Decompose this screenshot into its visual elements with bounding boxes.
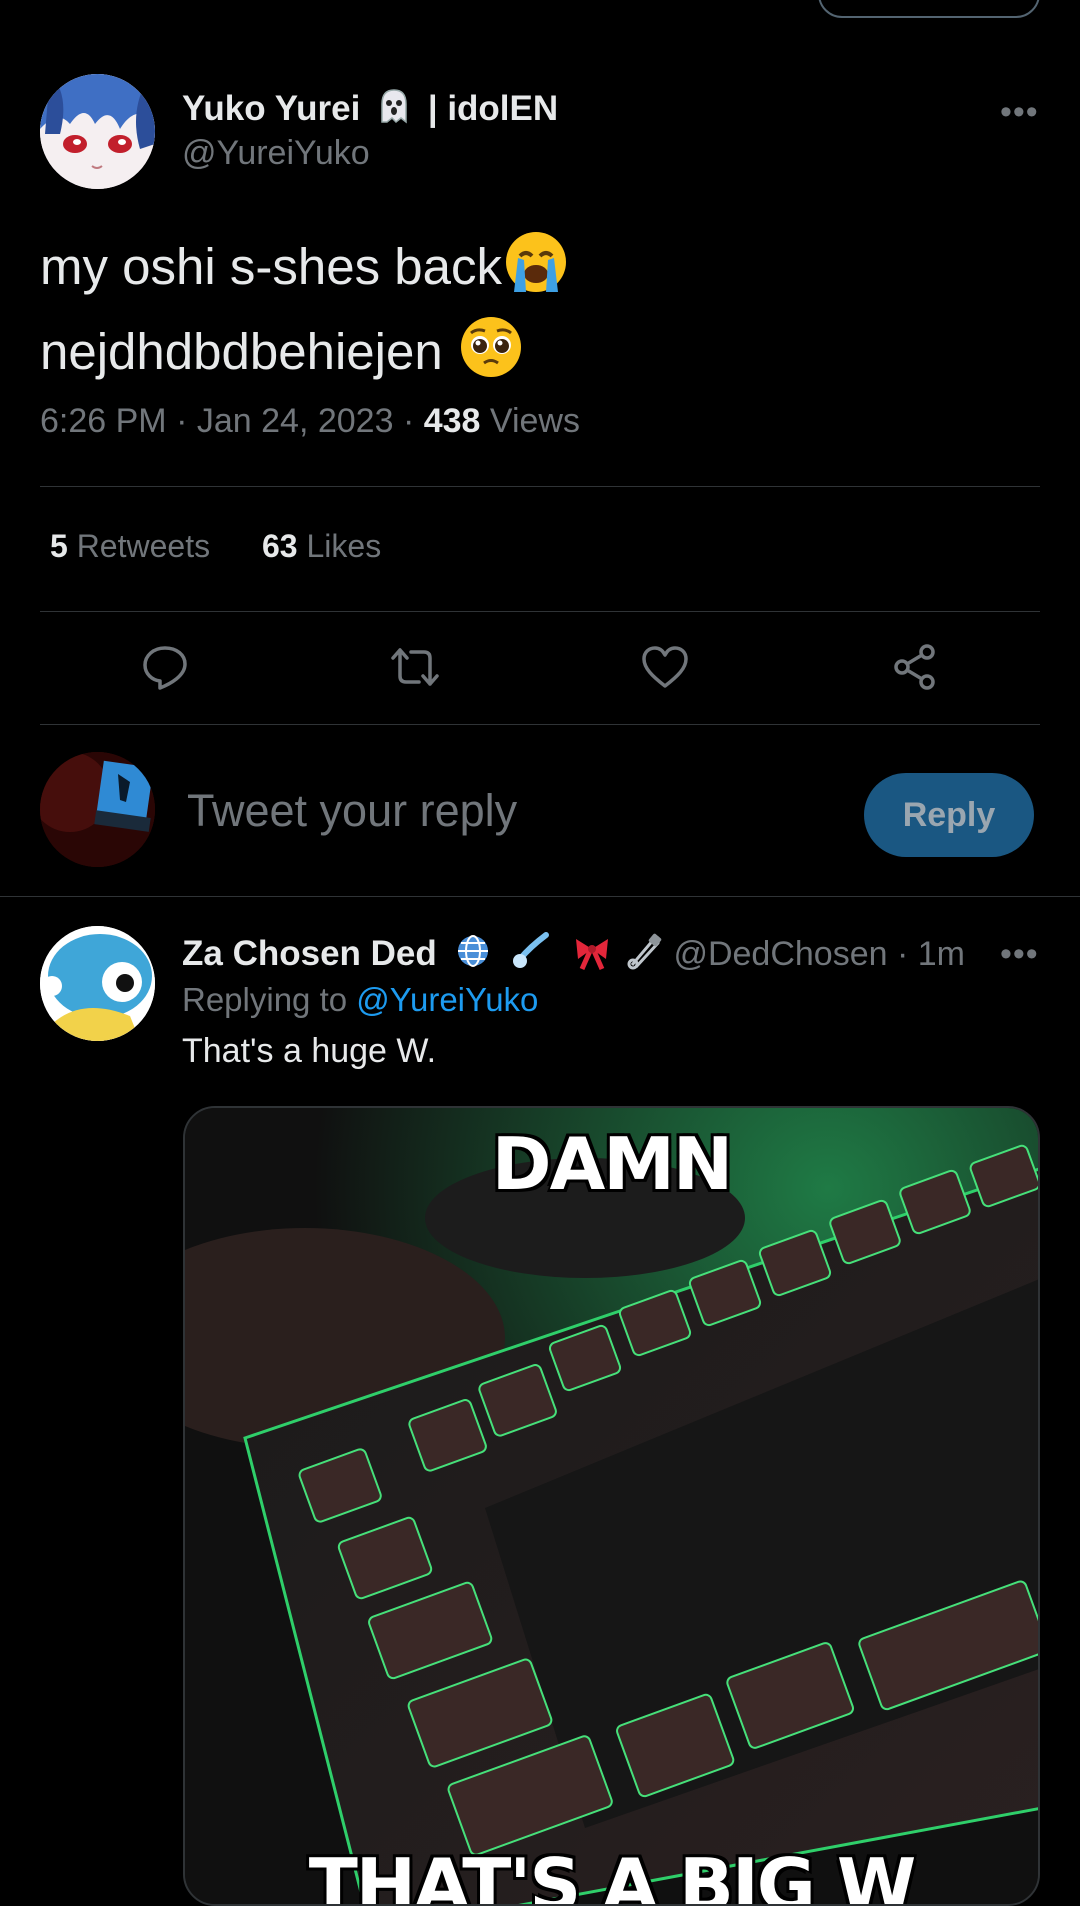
- ghost-icon: [374, 86, 414, 135]
- loudly-crying-face-icon: [502, 228, 570, 313]
- reply-author-handle[interactable]: @DedChosen: [673, 935, 887, 973]
- author-name-row[interactable]: Yuko Yurei | idolEN: [182, 86, 558, 135]
- comet-icon: [510, 931, 550, 980]
- divider: [40, 486, 1040, 487]
- author-handle[interactable]: @YureiYuko: [182, 134, 370, 173]
- meta-separator: ·: [402, 402, 415, 440]
- tweet-text-line1: my oshi s-shes back: [40, 237, 502, 295]
- ribbon-icon: [572, 931, 612, 980]
- views-label: Views: [489, 402, 580, 440]
- divider: [40, 724, 1040, 725]
- tweet-date[interactable]: Jan 24, 2023: [197, 402, 394, 440]
- reply-author-name: Za Chosen Ded: [182, 933, 437, 973]
- reply-text: That's a huge W.: [182, 1032, 437, 1070]
- reply-button[interactable]: Reply: [864, 773, 1034, 857]
- tweet-text-line2: nejdhdbdbehiejen: [40, 322, 443, 380]
- tweet-meta: 6:26 PM · Jan 24, 2023 · 438 Views: [40, 402, 580, 441]
- reply-icon[interactable]: [140, 642, 190, 692]
- divider: [40, 611, 1040, 612]
- replying-to: Replying to @YureiYuko: [182, 981, 538, 1019]
- share-icon[interactable]: [890, 642, 940, 692]
- reply-time[interactable]: 1m: [918, 935, 965, 973]
- replying-prefix: Replying to: [182, 981, 348, 1018]
- like-icon[interactable]: [640, 642, 690, 692]
- reply-author-avatar[interactable]: [40, 926, 155, 1041]
- reply-media-image[interactable]: DAMN THAT'S A BIG W: [183, 1106, 1040, 1906]
- reply-input[interactable]: Tweet your reply: [187, 785, 517, 837]
- tweet-text: my oshi s-shes back nejdhdbdbehiejen: [40, 228, 940, 398]
- tweet-time[interactable]: 6:26 PM: [40, 402, 167, 440]
- pleading-face-icon: [457, 313, 525, 398]
- author-suffix: | idolEN: [427, 88, 559, 128]
- safety-pin-icon: [624, 931, 664, 980]
- retweets-stat[interactable]: 5 Retweets: [50, 528, 210, 565]
- reply-more-options-icon[interactable]: •••: [1000, 937, 1039, 971]
- replying-mention[interactable]: @YureiYuko: [356, 981, 538, 1018]
- meme-top-text: DAMN: [491, 1122, 733, 1206]
- globe-icon: [453, 931, 493, 980]
- my-avatar[interactable]: [40, 752, 155, 867]
- likes-stat[interactable]: 63 Likes: [262, 528, 381, 565]
- reply-author-row[interactable]: Za Chosen Ded @DedChosen · 1m: [182, 931, 965, 980]
- retweets-count: 5: [50, 528, 68, 564]
- retweets-label: Retweets: [76, 528, 211, 564]
- reply-separator: ·: [896, 934, 909, 973]
- meme-bottom-text: THAT'S A BIG W: [308, 1843, 917, 1906]
- likes-count: 63: [262, 528, 298, 564]
- author-avatar[interactable]: [40, 74, 155, 189]
- author-name: Yuko Yurei: [182, 88, 361, 128]
- views-count: 438: [423, 402, 481, 440]
- meta-separator: ·: [176, 402, 188, 440]
- likes-label: Likes: [306, 528, 382, 564]
- retweet-icon[interactable]: [390, 642, 440, 692]
- follow-button[interactable]: [818, 0, 1040, 18]
- divider: [0, 896, 1080, 897]
- more-options-icon[interactable]: •••: [1000, 95, 1039, 129]
